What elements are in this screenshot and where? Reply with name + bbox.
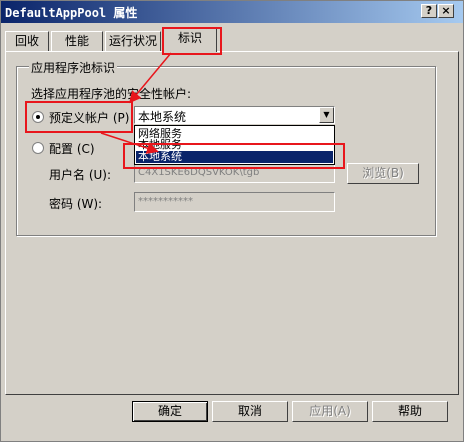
annotation-arrows [100, 52, 172, 154]
arrow-to-local-system [100, 132, 159, 154]
properties-dialog: DefaultAppPool 属性 ? × 回收 性能 运行状况 标识 应用程序… [0, 0, 464, 442]
arrow-to-predefined [129, 52, 172, 104]
